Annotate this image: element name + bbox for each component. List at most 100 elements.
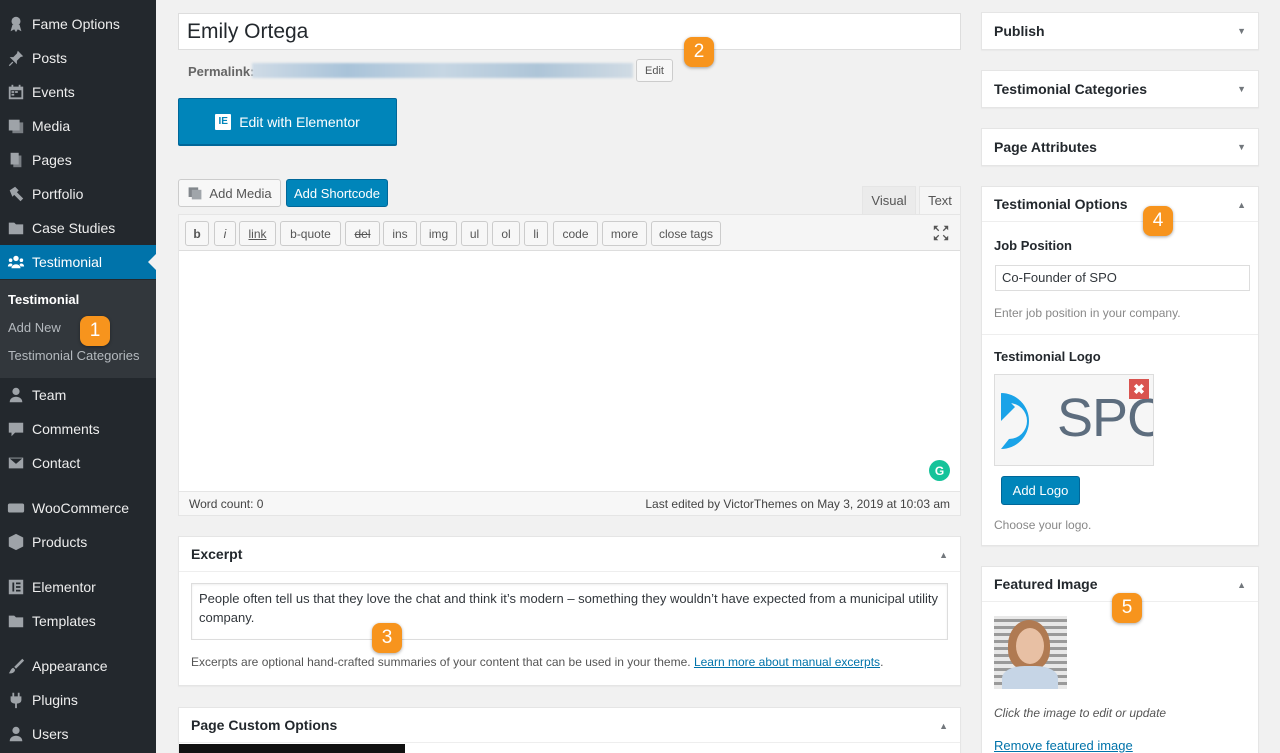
- quicktag-bquote-button[interactable]: b-quote: [280, 221, 341, 246]
- menu-item-comments[interactable]: Comments: [0, 412, 156, 446]
- testimonial-categories-box: Testimonial Categories ▼: [981, 70, 1259, 108]
- quicktag-del-button[interactable]: del: [345, 221, 380, 246]
- word-count: Word count: 0: [189, 496, 264, 511]
- add-shortcode-button[interactable]: Add Shortcode: [286, 179, 388, 207]
- menu-label: Plugins: [32, 692, 78, 708]
- menu-label: Case Studies: [32, 220, 116, 236]
- menu-item-posts[interactable]: Posts: [0, 41, 156, 75]
- menu-label: Comments: [32, 421, 100, 437]
- people-icon: [0, 253, 32, 271]
- menu-item-media[interactable]: Media: [0, 109, 156, 143]
- testimonial-categories-header[interactable]: Testimonial Categories ▼: [982, 71, 1258, 107]
- menu-item-products[interactable]: Products: [0, 525, 156, 559]
- menu-item-events[interactable]: Events: [0, 75, 156, 109]
- collapse-arrow-icon[interactable]: ▲: [1237, 580, 1246, 590]
- quicktag-li-button[interactable]: li: [524, 221, 548, 246]
- menu-item-woocommerce[interactable]: WooCommerce: [0, 491, 156, 525]
- menu-item-team[interactable]: Team: [0, 378, 156, 412]
- menu-item-appearance[interactable]: Appearance: [0, 649, 156, 683]
- menu-label: Pages: [32, 152, 72, 168]
- edit-with-elementor-button[interactable]: IE Edit with Elementor: [178, 98, 397, 145]
- menu-item-testimonial[interactable]: Testimonial: [0, 245, 156, 279]
- remove-featured-image-link[interactable]: Remove featured image: [994, 738, 1133, 753]
- hammer-icon: [0, 185, 32, 203]
- featured-image-hint: Click the image to edit or update: [994, 706, 1167, 720]
- add-media-button[interactable]: Add Media: [178, 179, 281, 207]
- page-custom-options-header[interactable]: Page Custom Options ▲: [179, 708, 960, 743]
- annotation-badge-3: 3: [372, 623, 402, 653]
- menu-item-plugins[interactable]: Plugins: [0, 683, 156, 717]
- permalink-edit-button[interactable]: Edit: [636, 59, 673, 82]
- menu-label: Appearance: [32, 658, 108, 674]
- pin-icon: [0, 49, 32, 67]
- job-position-input[interactable]: Co-Founder of SPO: [995, 265, 1250, 291]
- quicktag-code-button[interactable]: code: [553, 221, 598, 246]
- menu-item-case-studies[interactable]: Case Studies: [0, 211, 156, 245]
- brush-icon: [0, 657, 32, 675]
- publish-header[interactable]: Publish ▼: [982, 13, 1258, 49]
- folder-icon: [0, 612, 32, 630]
- expand-arrow-icon[interactable]: ▼: [1237, 26, 1246, 36]
- fullscreen-icon[interactable]: [932, 224, 950, 242]
- submenu-testimonial-categories[interactable]: Testimonial Categories: [8, 348, 140, 363]
- remove-logo-icon[interactable]: ✖: [1129, 379, 1149, 399]
- submenu-add-new[interactable]: Add New: [8, 320, 61, 335]
- expand-arrow-icon[interactable]: ▼: [1237, 142, 1246, 152]
- text-editor[interactable]: b i link b-quote del ins img ul ol li co…: [178, 214, 961, 516]
- page-attributes-header[interactable]: Page Attributes ▼: [982, 129, 1258, 165]
- menu-label: Products: [32, 534, 88, 550]
- plug-icon: [0, 691, 32, 709]
- annotation-badge-4: 4: [1143, 206, 1173, 236]
- featured-image-thumbnail[interactable]: [994, 616, 1067, 689]
- quicktag-ol-button[interactable]: ol: [492, 221, 520, 246]
- page-attributes-box: Page Attributes ▼: [981, 128, 1259, 166]
- excerpt-header[interactable]: Excerpt ▲: [179, 537, 960, 572]
- quicktag-ul-button[interactable]: ul: [461, 221, 488, 246]
- testimonial-options-title: Testimonial Options: [994, 196, 1128, 212]
- portrait-face: [1016, 628, 1044, 664]
- menu-item-fame-options[interactable]: Fame Options: [0, 7, 156, 41]
- menu-item-contact[interactable]: Contact: [0, 446, 156, 480]
- logo-hint: Choose your logo.: [994, 518, 1092, 532]
- publish-box: Publish ▼: [981, 12, 1259, 50]
- collapse-arrow-icon[interactable]: ▲: [1237, 200, 1246, 210]
- excerpt-title: Excerpt: [191, 546, 243, 562]
- permalink-url[interactable]: [252, 63, 633, 78]
- expand-arrow-icon[interactable]: ▼: [1237, 84, 1246, 94]
- add-logo-button[interactable]: Add Logo: [1001, 476, 1080, 505]
- collapse-arrow-icon[interactable]: ▲: [939, 721, 948, 731]
- menu-label: Templates: [32, 613, 96, 629]
- excerpt-help-end: .: [880, 655, 884, 669]
- quicktag-more-button[interactable]: more: [602, 221, 647, 246]
- quicktag-close-tags-button[interactable]: close tags: [651, 221, 721, 246]
- last-edited: Last edited by VictorThemes on May 3, 20…: [645, 496, 950, 511]
- testimonial-options-header[interactable]: Testimonial Options ▲: [982, 187, 1258, 222]
- submenu-testimonial[interactable]: Testimonial: [8, 292, 79, 307]
- excerpt-textarea[interactable]: People often tell us that they love the …: [191, 583, 948, 640]
- menu-item-portfolio[interactable]: Portfolio: [0, 177, 156, 211]
- logo-preview[interactable]: SPC ✖: [994, 374, 1154, 466]
- elementor-icon: [0, 578, 32, 596]
- post-title-input[interactable]: Emily Ortega: [178, 13, 961, 50]
- grammarly-icon[interactable]: G: [929, 460, 950, 481]
- menu-item-templates[interactable]: Templates: [0, 604, 156, 638]
- menu-item-elementor[interactable]: Elementor: [0, 570, 156, 604]
- testimonial-categories-title: Testimonial Categories: [994, 81, 1148, 97]
- menu-label: Posts: [32, 50, 68, 66]
- quicktag-ins-button[interactable]: ins: [383, 221, 417, 246]
- learn-more-excerpts-link[interactable]: Learn more about manual excerpts: [694, 655, 880, 669]
- quicktag-link-button[interactable]: link: [239, 221, 276, 246]
- calendar-icon: [0, 83, 32, 101]
- tab-visual[interactable]: Visual: [862, 186, 916, 214]
- box-icon: [0, 533, 32, 551]
- menu-item-pages[interactable]: Pages: [0, 143, 156, 177]
- annotation-badge-2: 2: [684, 37, 714, 67]
- menu-item-users[interactable]: Users: [0, 717, 156, 751]
- featured-image-title: Featured Image: [994, 576, 1098, 592]
- quicktag-italic-button[interactable]: i: [214, 221, 236, 246]
- tab-text[interactable]: Text: [919, 186, 961, 214]
- quicktag-bold-button[interactable]: b: [185, 221, 209, 246]
- collapse-arrow-icon[interactable]: ▲: [939, 550, 948, 560]
- quicktag-img-button[interactable]: img: [420, 221, 457, 246]
- user-icon: [0, 725, 32, 743]
